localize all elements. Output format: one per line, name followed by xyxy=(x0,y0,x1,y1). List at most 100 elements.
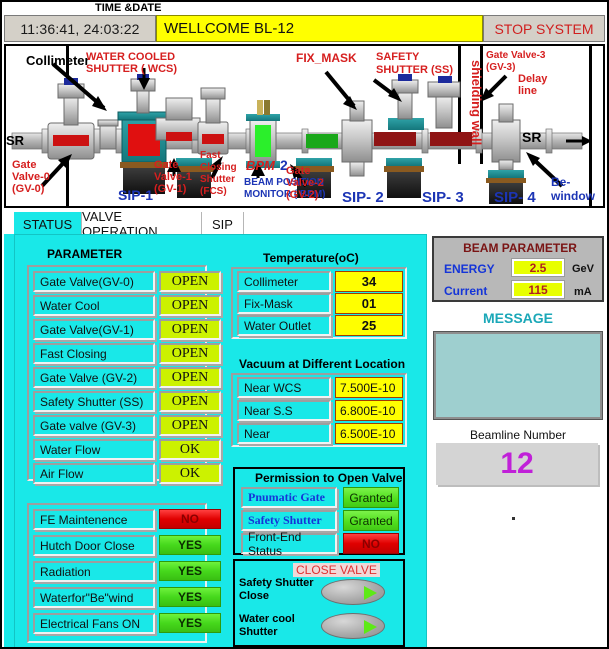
param-label-ss: Safety Shutter (SS) xyxy=(33,391,155,412)
gv1-valve-graphic xyxy=(155,97,201,141)
label-gv3-line2: (GV-3) xyxy=(486,62,515,73)
energy-label: ENERGY xyxy=(444,262,495,276)
current-label: Current xyxy=(444,284,488,298)
param-value-water-flow: OK xyxy=(159,439,221,460)
label-shielding-wall: shielding wall xyxy=(469,60,484,145)
gv0-valve-graphic xyxy=(47,78,95,160)
close-valve-label-ss-line2: Close xyxy=(239,590,269,602)
time-display: 11:36:41, 24:03:22 xyxy=(4,15,156,42)
close-valve-toggle-water-cool-shutter[interactable] xyxy=(321,613,385,639)
permission-label-safety-shutter: Safety Shutter xyxy=(241,510,337,531)
label-ss-line2: SHUTTER (SS) xyxy=(376,64,453,76)
label-gv2-line1: Gate xyxy=(286,165,310,177)
sip3-graphic xyxy=(384,158,424,198)
beamline-control-app: TIME &DATE 11:36:41, 24:03:22 WELLCOME B… xyxy=(0,0,609,649)
parameter-title: PARAMETER xyxy=(47,247,123,261)
tab-strip: STATUS VALVE OPERATION SIP xyxy=(14,209,594,239)
fcs-graphic xyxy=(197,87,229,155)
vacuum-label-near: Near xyxy=(237,423,331,444)
close-valve-title: CLOSE VALVE xyxy=(293,563,380,577)
param-value-air-flow: OK xyxy=(159,463,221,484)
beam-parameter-box: BEAM PARAMETER ENERGY 2.5 GeV Current 11… xyxy=(432,236,604,302)
tab-status[interactable]: STATUS xyxy=(14,212,82,236)
param-value-hutch-door: YES xyxy=(159,535,221,555)
param-label-fast-closing: Fast Closing xyxy=(33,343,155,364)
label-fcs-line3: Shutter xyxy=(200,174,235,185)
label-sip1: SIP-1 xyxy=(118,187,153,203)
label-sip2: SIP- 2 xyxy=(342,189,384,206)
param-label-gv2: Gate Valve (GV-2) xyxy=(33,367,155,388)
permission-title: Permission to Open Valve xyxy=(255,471,403,485)
temp-label-fix-mask: Fix-Mask xyxy=(237,293,331,314)
label-fcs-line2: Closing xyxy=(200,162,237,173)
beamline-number-title: Beamline Number xyxy=(469,428,567,442)
label-sip3: SIP- 3 xyxy=(422,189,464,206)
param-value-water-cool: OPEN xyxy=(159,295,221,316)
label-wcs-line2: SHUTTER ( WCS) xyxy=(86,63,177,75)
label-fcs-line1: Fast xyxy=(200,150,221,161)
current-unit: mA xyxy=(574,286,592,298)
param-value-gv0: OPEN xyxy=(159,271,221,292)
permission-value-front-end-status: NO xyxy=(343,533,399,554)
param-value-water-be-window: YES xyxy=(159,587,221,607)
fix-mask-graphic xyxy=(341,100,373,177)
permission-value-safety-shutter: Granted xyxy=(343,510,399,531)
vacuum-value-near: 6.500E-10 xyxy=(335,423,403,444)
param-label-electrical-fans: Electrical Fans ON xyxy=(33,613,155,634)
energy-value: 2.5 xyxy=(511,258,565,277)
param-label-gv1: Gate Valve(GV-1) xyxy=(33,319,155,340)
param-value-fe-maintenence: NO xyxy=(159,509,221,529)
label-gv1-line1: Gate xyxy=(154,159,178,171)
param-value-radiation: YES xyxy=(159,561,221,581)
vacuum-label-near-ss: Near S.S xyxy=(237,400,331,421)
param-label-gv3: Gate valve (GV-3) xyxy=(33,415,155,436)
message-title: MESSAGE xyxy=(482,310,553,326)
permission-label-pneumatic-gate: Pnumatic Gate xyxy=(241,487,337,508)
param-label-water-cool: Water Cool xyxy=(33,295,155,316)
tab-valve-operation[interactable]: VALVE OPERATION xyxy=(82,209,202,239)
label-delay-line2: line xyxy=(518,85,537,97)
label-gv3-line1: Gate Valve-3 xyxy=(486,50,546,61)
close-valve-toggle-safety-shutter[interactable] xyxy=(321,579,385,605)
param-label-water-be-window: Waterfor"Be"wind xyxy=(33,587,155,608)
param-label-hutch-door: Hutch Door Close xyxy=(33,535,155,556)
temp-value-collimeter: 34 xyxy=(335,271,403,292)
tab-sip[interactable]: SIP xyxy=(202,212,244,236)
temp-label-water-outlet: Water Outlet xyxy=(237,315,331,336)
permission-value-pneumatic-gate: Granted xyxy=(343,487,399,508)
param-value-fast-closing: OPEN xyxy=(159,343,221,364)
current-value: 115 xyxy=(511,280,565,299)
beamline-number-value: 12 xyxy=(436,443,598,485)
beam-parameter-title: BEAM PARAMETER xyxy=(463,241,577,255)
param-value-gv2: OPEN xyxy=(159,367,221,388)
param-value-electrical-fans: YES xyxy=(159,613,221,633)
label-ss-line1: SAFETY xyxy=(376,51,420,63)
temp-value-water-outlet: 25 xyxy=(335,315,403,336)
label-wcs-line1: WATER COOLED xyxy=(86,51,175,63)
label-gv2-line2: Valve-2 xyxy=(286,177,324,189)
label-sr-out: SR xyxy=(522,129,541,145)
label-gv0-line2: Valve-0 xyxy=(12,171,50,183)
close-valve-label-wcs-line1: Water cool xyxy=(239,613,295,625)
param-label-water-flow: Water Flow xyxy=(33,439,155,460)
label-fix-mask: FIX_MASK xyxy=(296,51,357,65)
stop-system-button[interactable]: STOP SYSTEM xyxy=(483,15,605,42)
label-sr-in: SR xyxy=(6,133,25,148)
close-valve-label-ss-line1: Safety Shutter xyxy=(239,577,314,589)
welcome-banner: WELLCOME BL-12 xyxy=(156,15,483,42)
param-value-gv1: OPEN xyxy=(159,319,221,340)
header-bar: 11:36:41, 24:03:22 WELLCOME BL-12 STOP S… xyxy=(4,15,605,42)
energy-unit: GeV xyxy=(572,263,595,275)
status-panel: PARAMETER Gate Valve(GV-0) OPEN Water Co… xyxy=(14,234,427,649)
label-fcs-line4: (FCS) xyxy=(200,186,227,197)
beamline-diagram: SR SR Collimeter WATER COOLED SHUTTER ( … xyxy=(4,44,605,208)
vacuum-value-near-ss: 6.800E-10 xyxy=(335,400,403,421)
label-collimeter: Collimeter xyxy=(26,53,90,68)
temp-value-fix-mask: 01 xyxy=(335,293,403,314)
param-label-radiation: Radiation xyxy=(33,561,155,582)
label-gv0-line1: Gate xyxy=(12,159,36,171)
close-valve-label-wcs-line2: Shutter xyxy=(239,626,278,638)
status-dot xyxy=(512,517,515,520)
label-be-line1: Be- xyxy=(551,175,570,189)
message-box[interactable] xyxy=(433,331,603,420)
